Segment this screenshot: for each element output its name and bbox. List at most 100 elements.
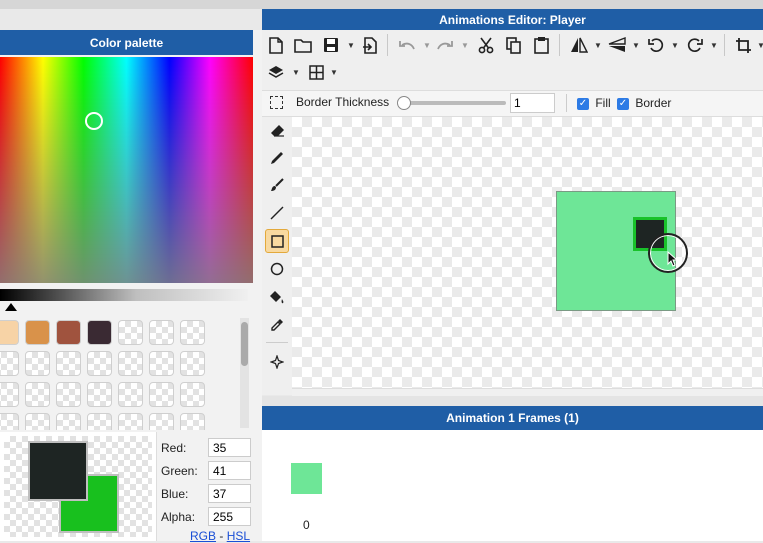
rotate-right-icon[interactable]	[684, 34, 706, 56]
alpha-label: Alpha:	[161, 510, 196, 524]
empty-swatch[interactable]	[180, 351, 205, 376]
swatch-scroll-thumb[interactable]	[241, 322, 248, 366]
grid-icon[interactable]	[305, 61, 327, 83]
border-checkbox-group[interactable]: ✓ Border	[617, 96, 671, 110]
empty-swatch[interactable]	[25, 382, 50, 407]
cut-icon[interactable]	[475, 34, 497, 56]
layers-icon[interactable]	[265, 61, 287, 83]
alpha-field[interactable]	[208, 507, 251, 526]
empty-swatch[interactable]	[118, 351, 143, 376]
luminance-bar[interactable]	[0, 289, 248, 301]
palette-swatch[interactable]	[56, 320, 81, 345]
eyedropper-icon[interactable]	[265, 313, 289, 337]
toolbar-separator	[387, 34, 388, 56]
ellipse-icon[interactable]	[265, 257, 289, 281]
empty-swatch[interactable]	[87, 351, 112, 376]
flip-vertical-icon[interactable]	[606, 34, 628, 56]
empty-swatch[interactable]	[118, 382, 143, 407]
move-icon[interactable]	[265, 350, 289, 374]
export-icon[interactable]	[359, 34, 381, 56]
blue-field[interactable]	[208, 484, 251, 503]
frames-area	[262, 430, 763, 541]
empty-swatch[interactable]	[149, 320, 174, 345]
flip-horizontal-icon[interactable]	[568, 34, 590, 56]
empty-swatch[interactable]	[25, 351, 50, 376]
primary-color-swatch[interactable]	[28, 441, 88, 501]
palette-title: Color palette	[89, 35, 164, 50]
empty-swatch[interactable]	[0, 413, 19, 430]
grid-dropdown-arrow[interactable]: ▼	[330, 68, 338, 77]
red-field[interactable]	[208, 438, 251, 457]
fill-bucket-icon[interactable]	[265, 285, 289, 309]
empty-swatch[interactable]	[56, 382, 81, 407]
fill-checkbox[interactable]: ✓	[577, 97, 589, 110]
palette-swatch[interactable]	[87, 320, 112, 345]
redo-dropdown-arrow[interactable]: ▼	[461, 41, 469, 50]
open-folder-icon[interactable]	[292, 34, 314, 56]
border-thickness-slider-track[interactable]	[402, 101, 506, 105]
mouse-pointer-icon	[667, 250, 679, 270]
empty-swatch[interactable]	[87, 382, 112, 407]
panel-gap	[262, 396, 763, 406]
empty-swatch[interactable]	[180, 320, 205, 345]
crop-dropdown-arrow[interactable]: ▼	[757, 41, 763, 50]
empty-swatch[interactable]	[149, 382, 174, 407]
blue-label: Blue:	[161, 487, 189, 501]
rotate-right-arrow[interactable]: ▼	[710, 41, 718, 50]
new-file-icon[interactable]	[265, 34, 287, 56]
frame-index: 0	[303, 518, 310, 532]
luminance-marker[interactable]	[5, 303, 17, 311]
save-icon[interactable]	[320, 34, 342, 56]
rotate-left-icon[interactable]	[645, 34, 667, 56]
empty-swatch[interactable]	[149, 351, 174, 376]
marquee-icon	[270, 96, 283, 109]
frames-title: Animation 1 Frames (1)	[446, 411, 579, 425]
rectangle-icon[interactable]	[265, 229, 289, 253]
green-field[interactable]	[208, 461, 251, 480]
border-thickness-input[interactable]	[510, 93, 555, 113]
paste-icon[interactable]	[530, 34, 552, 56]
color-spectrum[interactable]	[0, 57, 253, 283]
empty-swatch[interactable]	[118, 413, 143, 430]
empty-swatch[interactable]	[149, 413, 174, 430]
toolbar-separator	[724, 34, 725, 56]
spectrum-cursor[interactable]	[85, 112, 103, 130]
palette-swatch[interactable]	[0, 320, 19, 345]
empty-swatch[interactable]	[56, 351, 81, 376]
crop-icon[interactable]	[732, 34, 754, 56]
rotate-left-arrow[interactable]: ▼	[671, 41, 679, 50]
empty-swatch[interactable]	[180, 382, 205, 407]
options-separator	[566, 94, 567, 112]
palette-titlebar: Color palette	[0, 30, 253, 55]
window-title: Animations Editor: Player	[439, 12, 586, 27]
border-checkbox[interactable]: ✓	[617, 97, 629, 110]
empty-swatch[interactable]	[118, 320, 143, 345]
copy-icon[interactable]	[502, 34, 524, 56]
fill-checkbox-group[interactable]: ✓ Fill	[577, 96, 611, 110]
empty-swatch[interactable]	[56, 413, 81, 430]
line-icon[interactable]	[265, 201, 289, 225]
save-dropdown-arrow[interactable]: ▼	[347, 41, 355, 50]
canvas-bottom-strip	[292, 388, 763, 396]
flip-horizontal-arrow[interactable]: ▼	[594, 41, 602, 50]
undo-dropdown-arrow[interactable]: ▼	[423, 41, 431, 50]
tools-separator	[266, 342, 288, 343]
empty-swatch[interactable]	[87, 413, 112, 430]
empty-swatch[interactable]	[180, 413, 205, 430]
frame-thumbnail[interactable]	[291, 463, 322, 494]
flip-vertical-arrow[interactable]: ▼	[632, 41, 640, 50]
redo-icon[interactable]	[434, 34, 456, 56]
empty-swatch[interactable]	[0, 351, 19, 376]
palette-swatch[interactable]	[25, 320, 50, 345]
eraser-icon[interactable]	[265, 118, 289, 142]
empty-swatch[interactable]	[25, 413, 50, 430]
drawing-canvas[interactable]	[292, 117, 763, 388]
border-thickness-slider-thumb[interactable]	[397, 96, 411, 110]
undo-icon[interactable]	[396, 34, 418, 56]
brush-icon[interactable]	[265, 173, 289, 197]
frames-titlebar: Animation 1 Frames (1)	[262, 406, 763, 430]
empty-swatch[interactable]	[0, 382, 19, 407]
border-label: Border	[635, 96, 672, 110]
pencil-icon[interactable]	[265, 146, 289, 170]
layers-dropdown-arrow[interactable]: ▼	[292, 68, 300, 77]
